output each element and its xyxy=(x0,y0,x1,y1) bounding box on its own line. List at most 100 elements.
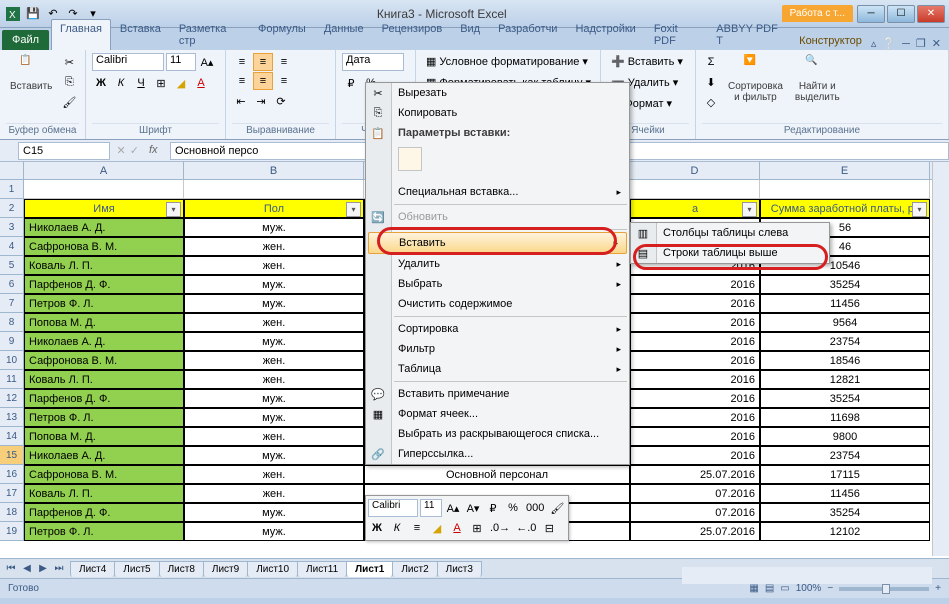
cell[interactable]: 35254 xyxy=(760,503,930,522)
cell[interactable]: Коваль Л. П. xyxy=(24,256,184,275)
minimize-button[interactable]: ─ xyxy=(857,5,885,23)
doc-min-icon[interactable]: ─ xyxy=(902,38,910,50)
cell[interactable]: 2016 xyxy=(630,294,760,313)
sheet-nav-prev[interactable]: ◀ xyxy=(20,562,34,576)
tab-данные[interactable]: Данные xyxy=(315,19,373,50)
mt-size[interactable]: 11 xyxy=(420,499,442,517)
sheet-tab[interactable]: Лист2 xyxy=(392,561,437,577)
cell[interactable]: жен. xyxy=(184,484,364,503)
cell[interactable]: 11698 xyxy=(760,408,930,427)
cm-format-cells[interactable]: ▦Формат ячеек... xyxy=(366,404,629,424)
view-break-icon[interactable]: ▭ xyxy=(780,583,789,594)
cell[interactable]: муж. xyxy=(184,218,364,237)
cell[interactable]: жен. xyxy=(184,256,364,275)
cm-delete[interactable]: Удалить▸ xyxy=(366,254,629,274)
cell[interactable]: 23754 xyxy=(760,446,930,465)
cell[interactable]: Николаев А. Д. xyxy=(24,332,184,351)
close-button[interactable]: ✕ xyxy=(917,5,945,23)
decrease-indent[interactable]: ⇤ xyxy=(232,92,250,110)
cell[interactable] xyxy=(630,180,760,199)
cell[interactable]: муж. xyxy=(184,503,364,522)
italic-button[interactable]: К xyxy=(112,74,130,92)
sheet-tab[interactable]: Лист4 xyxy=(70,561,115,577)
cell[interactable]: 23754 xyxy=(760,332,930,351)
sheet-tab[interactable]: Лист11 xyxy=(297,561,347,577)
save-icon[interactable]: 💾 xyxy=(24,5,42,23)
cm-hyperlink[interactable]: 🔗Гиперссылка... xyxy=(366,444,629,464)
tab-вставка[interactable]: Вставка xyxy=(111,19,170,50)
cell[interactable]: Николаев А. Д. xyxy=(24,218,184,237)
cm-dropdown-list[interactable]: Выбрать из раскрывающегося списка... xyxy=(366,424,629,444)
row-header[interactable]: 1 xyxy=(0,180,24,199)
mt-comma[interactable]: 000 xyxy=(524,498,546,518)
row-header[interactable]: 14 xyxy=(0,427,24,446)
cell[interactable]: жен. xyxy=(184,370,364,389)
cell[interactable]: 11456 xyxy=(760,294,930,313)
cell[interactable]: муж. xyxy=(184,408,364,427)
cell[interactable]: Попова М. Д. xyxy=(24,313,184,332)
mt-align[interactable]: ≡ xyxy=(408,518,426,538)
sheet-tab[interactable]: Лист10 xyxy=(247,561,298,577)
sheet-nav-last[interactable]: ⏭ xyxy=(52,562,66,576)
cell[interactable]: 2016 xyxy=(630,313,760,332)
insert-cells[interactable]: ➕ Вставить ▾ xyxy=(607,53,687,70)
cell[interactable]: Парфенов Д. Ф. xyxy=(24,503,184,522)
cm-copy[interactable]: ⎘Копировать xyxy=(366,103,629,123)
row-header[interactable]: 13 xyxy=(0,408,24,427)
cell[interactable]: муж. xyxy=(184,294,364,313)
row-header[interactable]: 19 xyxy=(0,522,24,541)
align-middle[interactable]: ≡ xyxy=(253,53,273,71)
row-header[interactable]: 15 xyxy=(0,446,24,465)
zoom-in[interactable]: + xyxy=(935,583,941,594)
cell[interactable]: жен. xyxy=(184,465,364,484)
paste-button[interactable]: 📋 Вставить xyxy=(6,53,56,94)
cm-paste-special[interactable]: Специальная вставка...▸ xyxy=(366,182,629,202)
border-icon[interactable]: ⊞ xyxy=(152,74,170,92)
cell[interactable]: Имя xyxy=(24,199,184,218)
cell[interactable]: 2016 xyxy=(630,351,760,370)
cell[interactable]: 25.07.2016 xyxy=(630,522,760,541)
tab-разработчи[interactable]: Разработчи xyxy=(489,19,566,50)
cell[interactable]: Коваль Л. П. xyxy=(24,484,184,503)
zoom-out[interactable]: − xyxy=(827,583,833,594)
format-painter-icon[interactable]: 🖌 xyxy=(60,93,78,111)
cell[interactable]: муж. xyxy=(184,522,364,541)
cm-select[interactable]: Выбрать▸ xyxy=(366,274,629,294)
row-header[interactable]: 2 xyxy=(0,199,24,218)
row-header[interactable]: 7 xyxy=(0,294,24,313)
cell[interactable]: 25.07.2016 xyxy=(630,465,760,484)
cell[interactable]: 2016 xyxy=(630,275,760,294)
increase-indent[interactable]: ⇥ xyxy=(252,92,270,110)
row-header[interactable]: 4 xyxy=(0,237,24,256)
cell[interactable]: жен. xyxy=(184,237,364,256)
cell[interactable]: 17115 xyxy=(760,465,930,484)
cell[interactable]: муж. xyxy=(184,332,364,351)
cell[interactable]: муж. xyxy=(184,389,364,408)
cell[interactable]: Основной персонал xyxy=(364,465,630,484)
mt-dec-dec[interactable]: ←.0 xyxy=(514,518,538,538)
sheet-nav-next[interactable]: ▶ xyxy=(36,562,50,576)
tab-вид[interactable]: Вид xyxy=(451,19,489,50)
mt-shrink[interactable]: A▾ xyxy=(464,498,482,518)
cell[interactable]: 07.2016 xyxy=(630,503,760,522)
vertical-scrollbar[interactable] xyxy=(932,162,949,556)
sm-cols-left[interactable]: ▥Столбцы таблицы слева xyxy=(631,223,829,243)
row-header[interactable]: 3 xyxy=(0,218,24,237)
cell[interactable]: Коваль Л. П. xyxy=(24,370,184,389)
cell[interactable]: 2016 xyxy=(630,332,760,351)
align-right[interactable]: ≡ xyxy=(274,72,294,90)
cm-table[interactable]: Таблица▸ xyxy=(366,359,629,379)
mt-font[interactable]: Calibri xyxy=(368,499,418,517)
mt-merge[interactable]: ⊟ xyxy=(540,518,558,538)
mt-italic[interactable]: К xyxy=(388,518,406,538)
cell[interactable]: 18546 xyxy=(760,351,930,370)
table-tools-tab[interactable]: Работа с т... xyxy=(782,5,853,22)
cm-sort[interactable]: Сортировка▸ xyxy=(366,319,629,339)
paste-option-default[interactable] xyxy=(398,147,422,171)
cell[interactable]: жен. xyxy=(184,351,364,370)
doc-restore-icon[interactable]: ❐ xyxy=(916,37,926,50)
align-bottom[interactable]: ≡ xyxy=(274,53,294,71)
clear-icon[interactable]: ◇ xyxy=(702,93,720,111)
fill-color-icon[interactable]: ◢ xyxy=(172,74,190,92)
tab-foxit pdf[interactable]: Foxit PDF xyxy=(645,19,707,50)
